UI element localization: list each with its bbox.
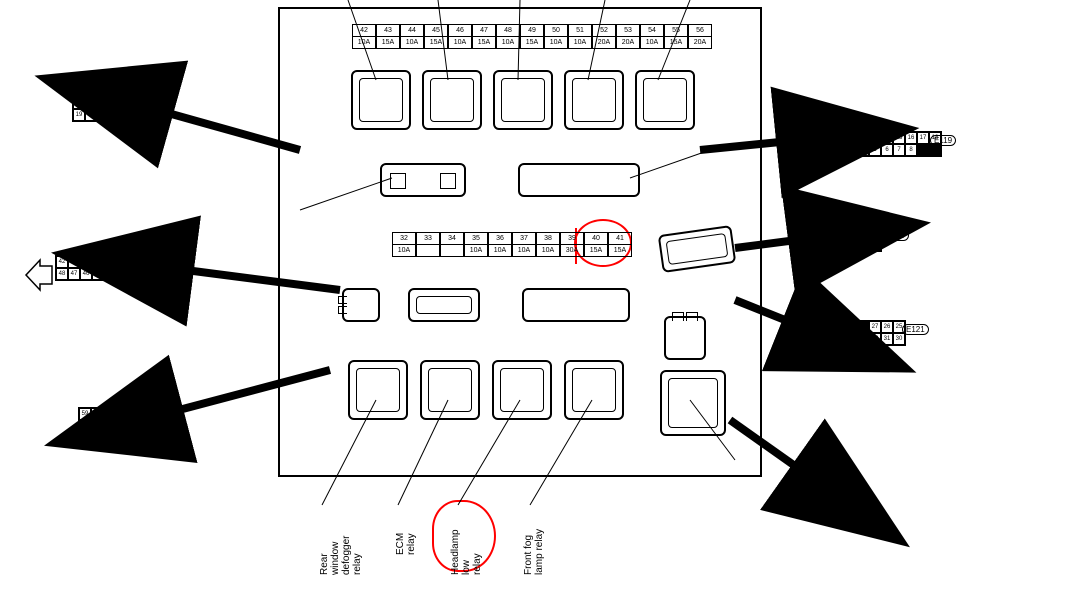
relay-rear-defogger — [348, 360, 408, 420]
relay-right-bottom — [660, 370, 726, 436]
connector-E123: 5354555649505152 — [832, 226, 882, 252]
connector-E124: 595857626160 — [78, 407, 116, 433]
slot-mid-left — [380, 163, 466, 197]
fuse-50: 5010A — [544, 24, 568, 49]
relay-front-fog — [564, 360, 624, 420]
relay-top-1 — [351, 70, 411, 130]
fuse-33: 33 — [416, 232, 440, 257]
fuse-54: 5410A — [640, 24, 664, 49]
fuse-53: 5320A — [616, 24, 640, 49]
connector-label-E121: E121 — [902, 324, 929, 335]
connector-label-E118: E118 — [840, 485, 866, 496]
relay-headlamp-low — [492, 360, 552, 420]
relay-top-5 — [635, 70, 695, 130]
fuse-56: 5620A — [688, 24, 712, 49]
fuse-38: 3810A — [536, 232, 560, 257]
relay-ecm — [420, 360, 480, 420]
fuse-43: 4315A — [376, 24, 400, 49]
fuse-45: 4515A — [424, 24, 448, 49]
connector-label-E120: E120 — [110, 100, 137, 111]
fuse-46: 4610A — [448, 24, 472, 49]
fuse-52: 5220A — [592, 24, 616, 49]
fuse-51: 5110A — [568, 24, 592, 49]
fuse-36: 3610A — [488, 232, 512, 257]
relay-top-4 — [564, 70, 624, 130]
connector-label-E119: E119 — [930, 135, 956, 146]
slot-lowmid-3 — [522, 288, 630, 322]
slot-lowmid-4 — [664, 316, 706, 360]
fuse-55: 5515A — [664, 24, 688, 49]
connector-E120: 222324192021 — [72, 96, 110, 122]
label-ecm: ECM relay — [395, 533, 417, 555]
fuse-35: 3510A — [464, 232, 488, 257]
relay-top-2 — [422, 70, 482, 130]
connector-label-E124: E124 — [116, 411, 143, 422]
slot-lowmid-2 — [408, 288, 480, 322]
label-rear-defogger: Rear window defogger relay — [319, 536, 363, 575]
label-front-fog: Front fog lamp relay — [523, 529, 545, 575]
fuse-32: 3210A — [392, 232, 416, 257]
connector-E118: 12 — [822, 481, 836, 507]
connector-E119: 9101112131415161718345678 — [820, 131, 942, 157]
slot-lowmid-1 — [342, 288, 380, 322]
fuse-42: 4210A — [352, 24, 376, 49]
connector-label-E122: E122 — [125, 259, 152, 270]
connector-E122: 424140393837484746454443 — [55, 255, 129, 281]
label-headlamp-low: Headlamp low relay — [450, 529, 483, 575]
fuse-47: 4715A — [472, 24, 496, 49]
fuse-37: 3710A — [512, 232, 536, 257]
fuse-48: 4810A — [496, 24, 520, 49]
fuse-44: 4410A — [400, 24, 424, 49]
connector-label-E123: E123 — [882, 230, 909, 241]
fuse-34: 34 — [440, 232, 464, 257]
connector-E121: 292827262536353433323130 — [820, 320, 906, 346]
slot-mid-right — [518, 163, 640, 197]
relay-top-3 — [493, 70, 553, 130]
fuse-40: 4015A — [584, 232, 608, 257]
fuse-49: 4915A — [520, 24, 544, 49]
fuse-41: 4115A — [608, 232, 632, 257]
fuse-39: 3930A — [560, 232, 584, 257]
